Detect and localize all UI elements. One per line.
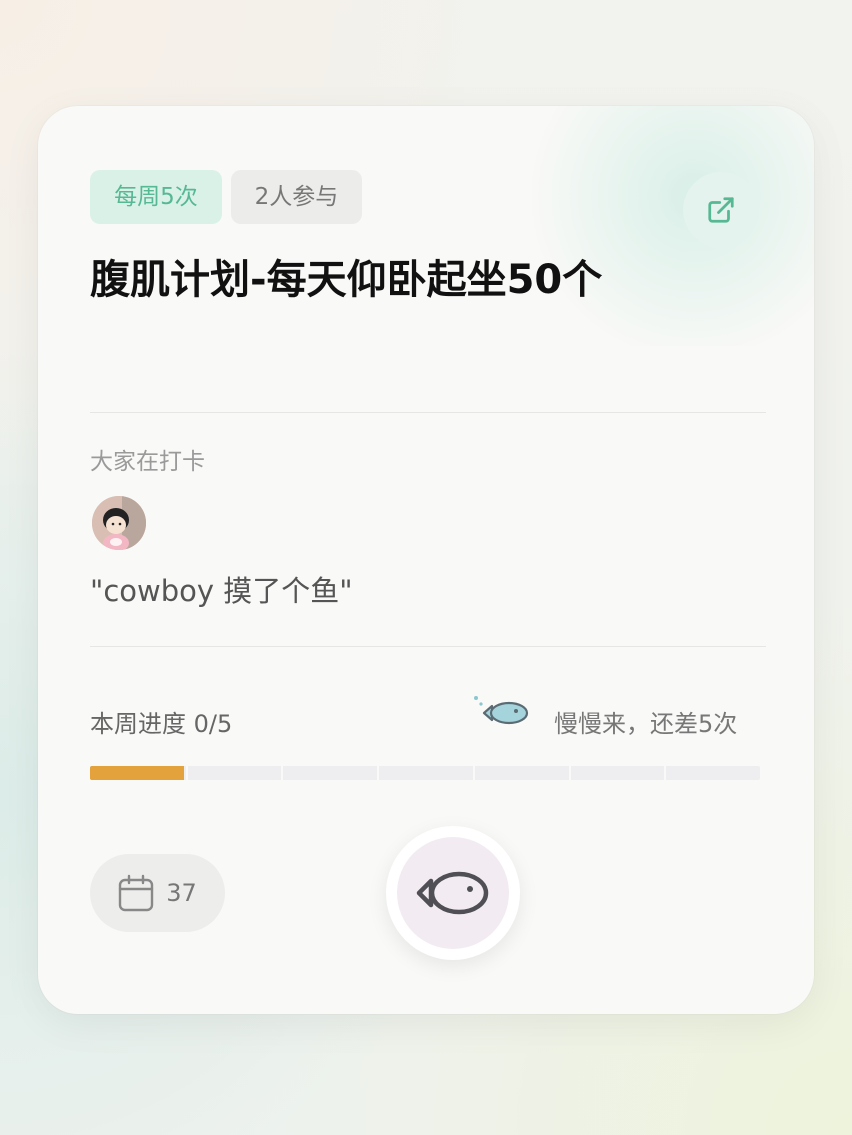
progress-segment-separator [281, 766, 284, 780]
divider [90, 412, 766, 413]
weekly-progress-label: 本周进度 0/5 [90, 710, 233, 738]
frequency-tag: 每周5次 [90, 170, 222, 224]
calendar-icon [119, 874, 154, 912]
participants-tag[interactable]: 2人参与 [231, 170, 362, 224]
fish-icon [416, 871, 489, 915]
progress-fill [90, 766, 184, 780]
external-link-icon [708, 197, 734, 223]
fish-icon [470, 692, 532, 736]
share-button[interactable] [683, 172, 759, 248]
progress-bar [90, 766, 760, 780]
plan-card: 每周5次 2人参与 腹肌计划-每天仰卧起坐50个 大家在打卡 "cowboy 摸… [38, 106, 814, 1014]
progress-status: 慢慢来，还差5次 [554, 710, 738, 738]
progress-segment-separator [377, 766, 380, 780]
days-count: 37 [166, 879, 197, 907]
plan-title: 腹肌计划-每天仰卧起坐50个 [90, 257, 603, 303]
progress-segment-separator [568, 766, 571, 780]
divider [90, 646, 766, 647]
checkin-section-label: 大家在打卡 [90, 449, 205, 475]
progress-segment-separator [185, 766, 188, 780]
avatar[interactable] [92, 496, 146, 550]
checkin-fish-button[interactable] [386, 826, 520, 960]
progress-segment-separator [664, 766, 667, 780]
calendar-days-button[interactable]: 37 [90, 854, 225, 932]
fish-button-face [397, 837, 509, 949]
progress-segment-separator [472, 766, 475, 780]
checkin-message: "cowboy 摸了个鱼" [90, 574, 353, 608]
